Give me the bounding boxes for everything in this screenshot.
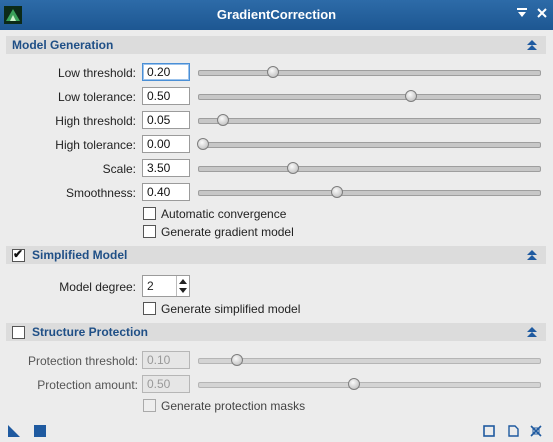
- model-degree-spinbox[interactable]: 2: [142, 275, 190, 297]
- documentation-icon[interactable]: [507, 425, 519, 437]
- automatic-convergence-label: Automatic convergence: [161, 207, 287, 221]
- generate-protection-masks-label: Generate protection masks: [161, 399, 306, 413]
- param-label: Scale:: [102, 162, 136, 176]
- slider-thumb[interactable]: [331, 186, 343, 198]
- generate-protection-masks-checkbox[interactable]: [143, 399, 156, 412]
- slider-thumb[interactable]: [230, 354, 243, 366]
- title-bar[interactable]: GradientCorrection: [0, 0, 553, 30]
- protection-value-input[interactable]: [142, 351, 190, 369]
- protection-value-input[interactable]: [142, 375, 190, 393]
- reset-icon[interactable]: [530, 425, 542, 437]
- param-label: High tolerance:: [55, 138, 136, 152]
- close-icon[interactable]: [534, 7, 550, 23]
- collapse-icon[interactable]: [526, 326, 538, 338]
- param-value-input[interactable]: [142, 63, 190, 81]
- param-slider[interactable]: [196, 134, 543, 154]
- check-icon: ✔: [13, 247, 24, 261]
- slider-track[interactable]: [198, 94, 541, 100]
- param-slider[interactable]: [196, 158, 543, 178]
- slider-track[interactable]: [198, 142, 541, 148]
- protection-slider[interactable]: [196, 350, 543, 370]
- section-model-generation[interactable]: Model Generation: [6, 36, 546, 54]
- protection-slider[interactable]: [196, 374, 543, 394]
- spin-arrows[interactable]: [176, 276, 189, 296]
- slider-track[interactable]: [198, 166, 541, 172]
- generate-gradient-model-checkbox[interactable]: [143, 225, 156, 238]
- param-value-input[interactable]: [142, 87, 190, 105]
- protection-label: Protection amount:: [37, 378, 138, 392]
- generate-simplified-model-checkbox[interactable]: [143, 302, 156, 315]
- collapse-icon[interactable]: [526, 39, 538, 51]
- param-value-input[interactable]: [142, 111, 190, 129]
- section-title: Model Generation: [12, 38, 114, 52]
- param-slider[interactable]: [196, 182, 543, 202]
- slider-thumb[interactable]: [217, 114, 230, 126]
- slider-track[interactable]: [198, 118, 541, 124]
- section-title: Structure Protection: [32, 325, 149, 339]
- slider-track[interactable]: [198, 382, 541, 388]
- param-label: Low tolerance:: [57, 90, 136, 104]
- param-label: Smoothness:: [65, 186, 136, 200]
- generate-gradient-model-label: Generate gradient model: [161, 225, 294, 239]
- structure-protection-enable-checkbox[interactable]: [12, 326, 25, 339]
- protection-label: Protection threshold:: [27, 354, 138, 368]
- generate-simplified-model-label: Generate simplified model: [161, 302, 301, 316]
- param-value-input[interactable]: [142, 159, 190, 177]
- param-slider[interactable]: [196, 110, 543, 130]
- param-label: Low threshold:: [57, 66, 136, 80]
- param-label: High threshold:: [55, 114, 136, 128]
- slider-track[interactable]: [198, 358, 541, 364]
- slider-track[interactable]: [198, 190, 541, 196]
- section-simplified-model[interactable]: ✔ Simplified Model: [6, 246, 546, 264]
- model-degree-label: Model degree:: [59, 280, 136, 294]
- slider-thumb[interactable]: [404, 90, 417, 102]
- slider-thumb[interactable]: [197, 138, 209, 150]
- section-structure-protection[interactable]: Structure Protection: [6, 323, 546, 341]
- simplified-model-enable-checkbox[interactable]: ✔: [12, 247, 25, 262]
- window-title: GradientCorrection: [216, 7, 337, 22]
- spin-down-icon[interactable]: [179, 288, 187, 293]
- slider-thumb[interactable]: [287, 162, 300, 174]
- spin-up-icon[interactable]: [179, 279, 187, 284]
- bottom-toolbar: [0, 420, 553, 442]
- collapse-icon[interactable]: [526, 249, 538, 261]
- slider-thumb[interactable]: [347, 378, 360, 390]
- model-degree-value: 2: [147, 279, 154, 293]
- new-instance-icon[interactable]: [8, 425, 20, 437]
- param-value-input[interactable]: [142, 135, 190, 153]
- apply-global-icon[interactable]: [34, 425, 46, 437]
- shade-icon[interactable]: [514, 7, 530, 23]
- slider-track[interactable]: [198, 70, 541, 76]
- param-slider[interactable]: [196, 62, 543, 82]
- slider-thumb[interactable]: [267, 66, 280, 78]
- section-title: Simplified Model: [32, 248, 128, 262]
- param-value-input[interactable]: [142, 183, 190, 201]
- param-slider[interactable]: [196, 86, 543, 106]
- automatic-convergence-checkbox[interactable]: [143, 207, 156, 220]
- preview-icon[interactable]: [483, 425, 495, 437]
